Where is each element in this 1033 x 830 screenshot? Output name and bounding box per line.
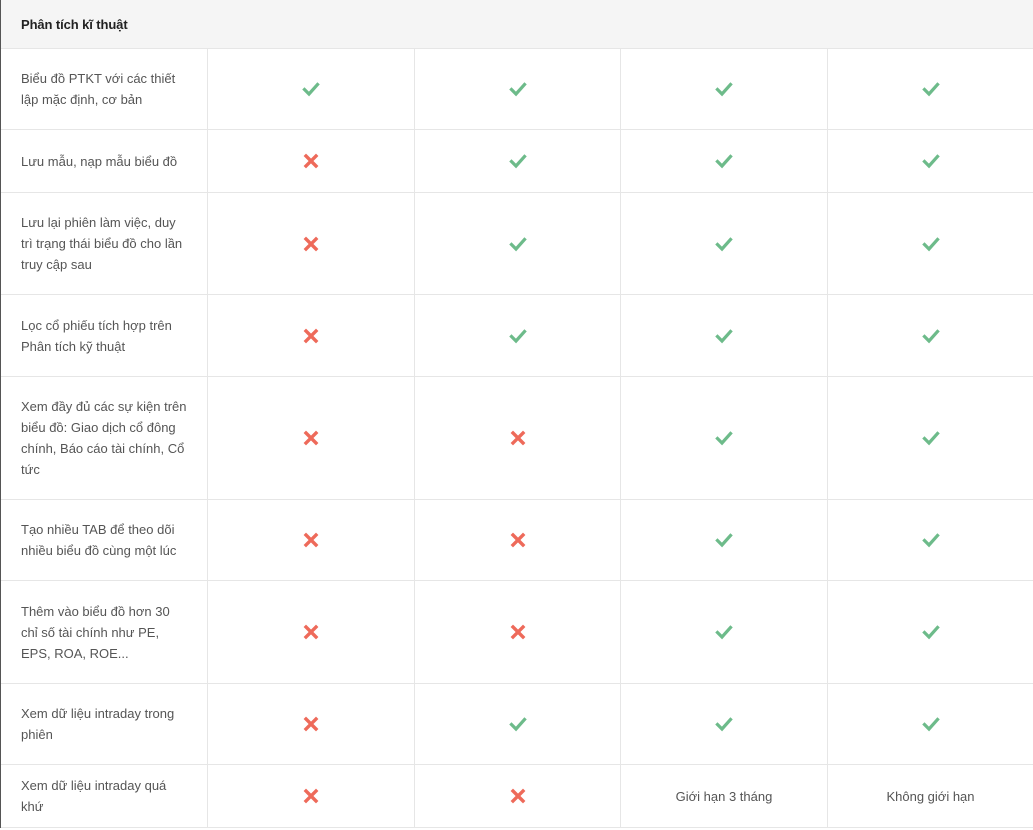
plan-cell <box>415 193 621 294</box>
check-icon <box>921 327 940 345</box>
plan-cell: Giới hạn 3 tháng <box>621 765 828 827</box>
feature-label: Xem đầy đủ các sự kiện trên biểu đồ: Gia… <box>1 377 208 499</box>
table-row: Xem đầy đủ các sự kiện trên biểu đồ: Gia… <box>1 377 1033 500</box>
check-icon <box>921 715 940 733</box>
table-row: Xem dữ liệu intraday trong phiên <box>1 684 1033 765</box>
check-icon <box>921 152 940 170</box>
plan-cell <box>415 130 621 192</box>
check-icon <box>508 327 527 345</box>
feature-label: Tạo nhiều TAB để theo dõi nhiều biểu đồ … <box>1 500 208 580</box>
plan-cell <box>621 193 828 294</box>
plan-cell <box>415 684 621 764</box>
cross-icon <box>302 235 320 253</box>
table-row: Xem dữ liệu intraday quá khứ Giới hạn 3 … <box>1 765 1033 828</box>
plan-cell <box>208 49 415 129</box>
check-icon <box>715 715 733 733</box>
plan-cell <box>828 500 1033 580</box>
plan-cell <box>415 500 621 580</box>
check-icon <box>715 429 733 447</box>
plan-limit-text: Không giới hạn <box>886 788 975 804</box>
check-icon <box>715 531 733 549</box>
feature-label: Thêm vào biểu đồ hơn 30 chỉ số tài chính… <box>1 581 208 683</box>
check-icon <box>715 235 733 253</box>
plan-cell: Không giới hạn <box>828 765 1033 827</box>
cross-icon <box>302 715 320 733</box>
cross-icon <box>302 787 320 805</box>
feature-label: Xem dữ liệu intraday trong phiên <box>1 684 208 764</box>
check-icon <box>508 152 527 170</box>
plan-cell <box>828 49 1033 129</box>
cross-icon <box>302 152 320 170</box>
plan-cell <box>208 684 415 764</box>
cross-icon <box>302 327 320 345</box>
plan-cell <box>415 295 621 376</box>
plan-cell <box>208 377 415 499</box>
plan-cell <box>208 193 415 294</box>
check-icon <box>715 327 733 345</box>
check-icon <box>508 80 527 98</box>
section-title: Phân tích kĩ thuật <box>21 16 128 32</box>
check-icon <box>921 80 940 98</box>
comparison-table: Phân tích kĩ thuật Biểu đồ PTKT với các … <box>0 0 1033 828</box>
plan-cell <box>828 684 1033 764</box>
table-row: Biểu đồ PTKT với các thiết lập mặc định,… <box>1 49 1033 130</box>
feature-label: Lưu mẫu, nạp mẫu biểu đồ <box>1 130 208 192</box>
plan-cell <box>208 581 415 683</box>
check-icon <box>508 235 527 253</box>
plan-cell <box>621 500 828 580</box>
check-icon <box>921 531 940 549</box>
plan-cell <box>208 765 415 827</box>
check-icon <box>921 429 940 447</box>
feature-label: Lọc cổ phiếu tích hợp trên Phân tích kỹ … <box>1 295 208 376</box>
feature-label: Biểu đồ PTKT với các thiết lập mặc định,… <box>1 49 208 129</box>
plan-cell <box>621 49 828 129</box>
table-row: Tạo nhiều TAB để theo dõi nhiều biểu đồ … <box>1 500 1033 581</box>
check-icon <box>715 623 733 641</box>
cross-icon <box>302 623 320 641</box>
table-row: Lưu lại phiên làm việc, duy trì trạng th… <box>1 193 1033 295</box>
cross-icon <box>302 429 320 447</box>
plan-cell <box>621 581 828 683</box>
check-icon <box>715 152 733 170</box>
plan-cell <box>415 765 621 827</box>
table-row: Lưu mẫu, nạp mẫu biểu đồ <box>1 130 1033 193</box>
plan-limit-text: Giới hạn 3 tháng <box>675 788 773 804</box>
plan-cell <box>208 130 415 192</box>
cross-icon <box>509 429 527 447</box>
cross-icon <box>302 531 320 549</box>
plan-cell <box>828 295 1033 376</box>
plan-cell <box>828 193 1033 294</box>
plan-cell <box>621 684 828 764</box>
section-header: Phân tích kĩ thuật <box>1 0 1033 49</box>
plan-cell <box>208 295 415 376</box>
cross-icon <box>509 787 527 805</box>
check-icon <box>921 623 940 641</box>
check-icon <box>508 715 527 733</box>
plan-cell <box>621 295 828 376</box>
feature-label: Xem dữ liệu intraday quá khứ <box>1 765 208 827</box>
plan-cell <box>415 581 621 683</box>
cross-icon <box>509 623 527 641</box>
table-row: Lọc cổ phiếu tích hợp trên Phân tích kỹ … <box>1 295 1033 377</box>
plan-cell <box>208 500 415 580</box>
plan-cell <box>828 377 1033 499</box>
check-icon <box>921 235 940 253</box>
feature-label: Lưu lại phiên làm việc, duy trì trạng th… <box>1 193 208 294</box>
check-icon <box>715 80 733 98</box>
check-icon <box>302 80 320 98</box>
table-row: Thêm vào biểu đồ hơn 30 chỉ số tài chính… <box>1 581 1033 684</box>
plan-cell <box>415 49 621 129</box>
plan-cell <box>621 377 828 499</box>
plan-cell <box>415 377 621 499</box>
cross-icon <box>509 531 527 549</box>
plan-cell <box>828 581 1033 683</box>
plan-cell <box>621 130 828 192</box>
plan-cell <box>828 130 1033 192</box>
